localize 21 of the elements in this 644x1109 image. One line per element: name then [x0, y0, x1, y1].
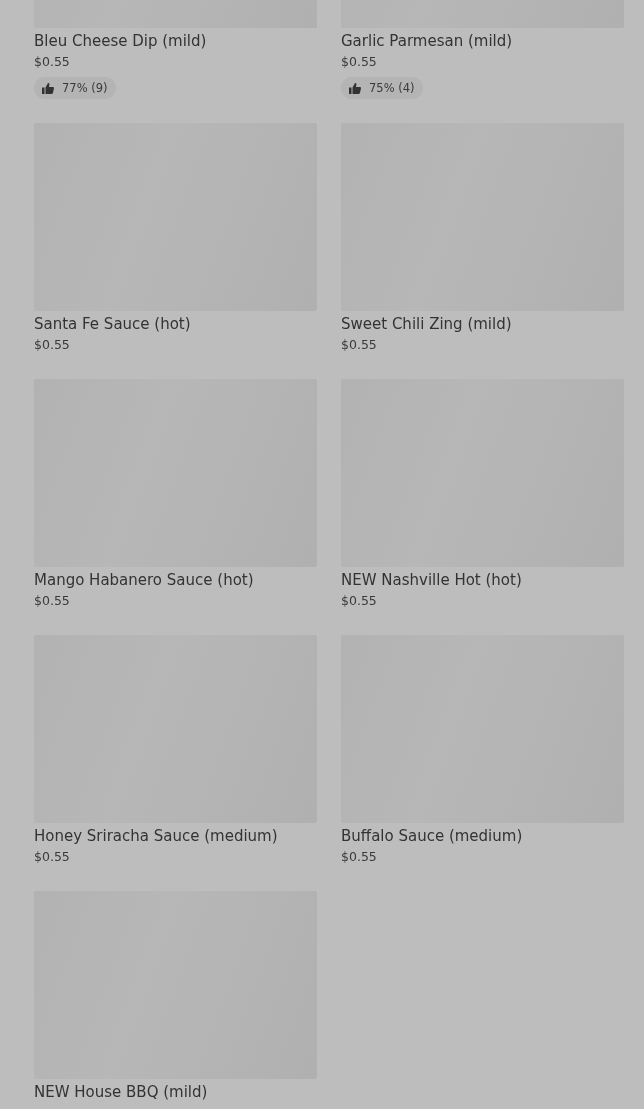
item-name: Santa Fe Sauce (hot) — [34, 314, 192, 335]
item-name: Bleu Cheese Dip (mild) — [34, 31, 208, 52]
rating-text: 77% (9) — [62, 81, 108, 95]
item-price: $0.55 — [341, 592, 378, 610]
item-price: $0.55 — [34, 53, 71, 71]
thumbs-up-icon — [42, 82, 54, 94]
item-name: NEW Nashville Hot (hot) — [341, 570, 523, 591]
thumbs-up-icon — [349, 82, 361, 94]
item-price: $0.55 — [34, 848, 71, 866]
item-price: $0.55 — [341, 336, 378, 354]
item-name: Sweet Chili Zing (mild) — [341, 314, 513, 335]
item-name: Mango Habanero Sauce (hot) — [34, 570, 255, 591]
item-name: NEW House BBQ (mild) — [34, 1082, 209, 1103]
item-price: $0.55 — [341, 53, 378, 71]
item-name: Honey Sriracha Sauce (medium) — [34, 826, 279, 847]
item-name: Garlic Parmesan (mild) — [341, 31, 514, 52]
item-name: Buffalo Sauce (medium) — [341, 826, 524, 847]
item-price: $0.55 — [34, 336, 71, 354]
rating-text: 75% (4) — [369, 81, 415, 95]
item-price: $0.55 — [341, 848, 378, 866]
item-price: $0.55 — [34, 592, 71, 610]
